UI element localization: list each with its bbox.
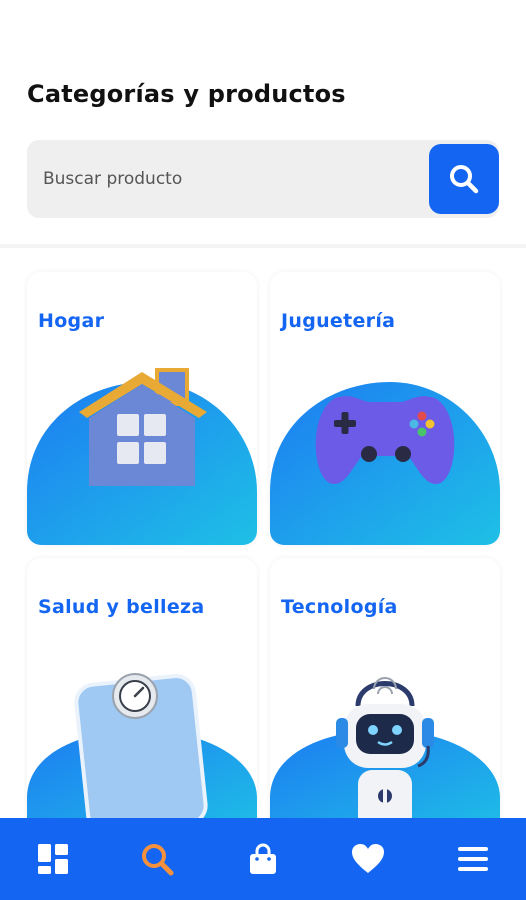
category-card-hogar[interactable]: Hogar [27,272,257,545]
menu-icon [458,847,488,871]
category-card-jugueteria[interactable]: Juguetería [270,272,500,545]
nav-shopping-bag[interactable] [240,836,286,882]
category-label: Salud y belleza [38,596,205,618]
header: Categorías y productos [0,0,526,245]
search-icon [142,844,174,876]
category-card-tecnologia[interactable]: Tecnología [270,558,500,818]
house-icon [79,368,207,486]
heart-icon [352,844,384,873]
nav-dashboard[interactable] [30,836,76,882]
category-card-salud-y-belleza[interactable]: Salud y belleza [27,558,257,818]
search-input[interactable] [43,164,423,194]
search-bar [27,140,499,218]
shopping-bag-icon [250,843,276,874]
bottom-navigation [0,818,526,900]
nav-favorites[interactable] [345,836,391,882]
category-label: Hogar [38,310,105,332]
nav-menu[interactable] [450,836,496,882]
category-label: Tecnología [281,596,398,618]
scale-icon [74,673,208,818]
search-button[interactable] [429,144,499,214]
search-icon [450,165,479,194]
category-grid: Hogar Juguetería Salud y belleza Tecnolo… [0,248,526,818]
category-label: Juguetería [281,310,396,332]
dashboard-icon [38,844,68,874]
nav-search[interactable] [134,836,180,882]
page-title: Categorías y productos [27,80,346,108]
